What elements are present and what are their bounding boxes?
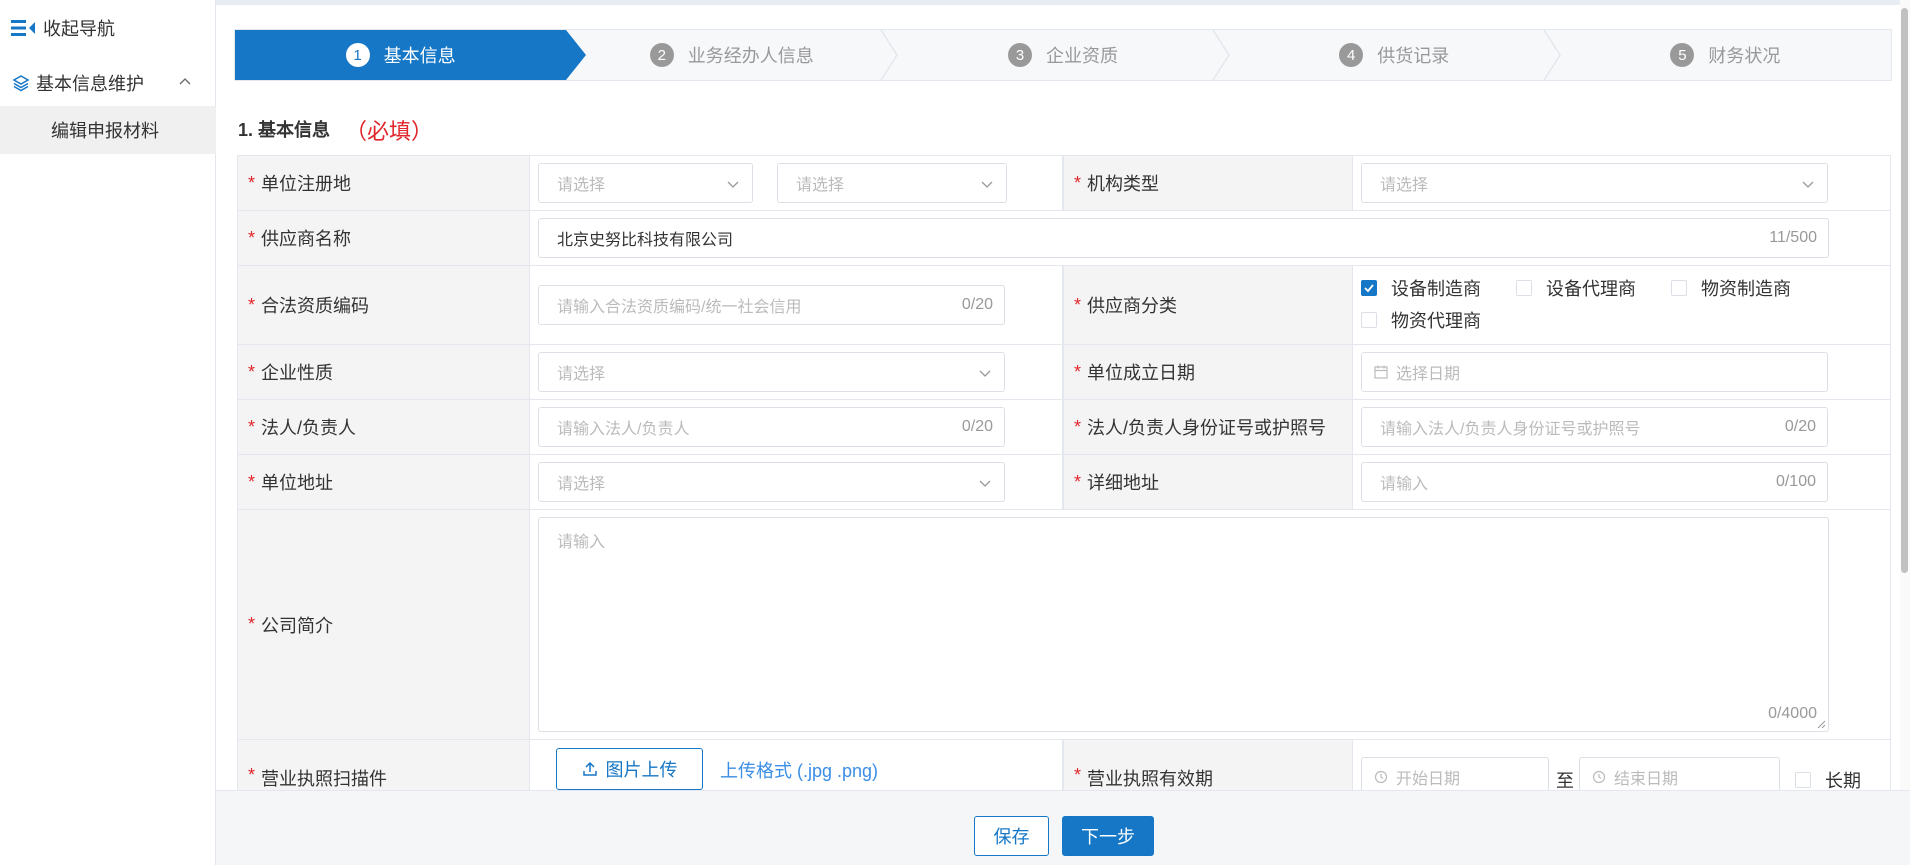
field-cell: 请选择 [530, 345, 1063, 399]
step-number: 3 [1008, 43, 1032, 67]
check-icon [1364, 284, 1374, 293]
step-separator [1211, 30, 1230, 80]
checkbox-equipment-manufacturer[interactable]: 设备制造商 [1361, 275, 1481, 301]
field-cell: 设备制造商 设备代理商 物资制造商 物资代理商 [1353, 266, 1891, 344]
field-label: * 单位成立日期 [1063, 345, 1353, 399]
field-label: * 单位注册地 [237, 156, 530, 210]
field-label: * 法人/负责人身份证号或护照号 [1063, 400, 1353, 454]
section-title: 1. 基本信息 [238, 120, 331, 140]
legal-id-input[interactable]: 请输入法人/负责人身份证号或护照号 0/20 [1361, 407, 1828, 447]
step-label: 基本信息 [383, 46, 456, 66]
field-label: * 详细地址 [1063, 455, 1353, 509]
clock-icon [1592, 770, 1606, 784]
company-intro-textarea[interactable]: 请输入 0/4000 [538, 517, 1829, 732]
step-separator [1543, 30, 1561, 80]
save-button[interactable]: 保存 [974, 816, 1049, 856]
next-step-button[interactable]: 下一步 [1062, 816, 1154, 856]
section-required-note: （必填） [345, 119, 434, 144]
sidebar-item-edit-materials[interactable]: 编辑申报材料 [0, 106, 216, 154]
field-cell: 请输入 0/100 [1353, 455, 1891, 509]
founded-date-picker[interactable]: 选择日期 [1361, 352, 1828, 392]
collapse-menu-icon [11, 20, 35, 36]
layers-icon [12, 75, 30, 92]
field-cell: 请输入法人/负责人 0/20 [530, 400, 1063, 454]
form-row: * 企业性质 请选择 * 单位成立日期 选择日期 [237, 345, 1891, 400]
step-number: 4 [1339, 43, 1364, 67]
scrollbar-thumb[interactable] [1901, 8, 1908, 573]
step-number: 5 [1670, 43, 1695, 67]
form-row: * 合法资质编码 请输入合法资质编码/统一社会信用 0/20 * 供应商分类 设备制… [237, 266, 1891, 345]
step-3[interactable]: 3 企业资质 [897, 30, 1230, 80]
field-cell: 北京史努比科技有限公司 11/500 [530, 211, 1891, 265]
sidebar: 收起导航 基本信息维护 编辑申报材料 [0, 0, 216, 865]
checkbox-material-agent[interactable]: 物资代理商 [1361, 307, 1481, 333]
reg-province-select[interactable]: 请选择 [538, 163, 753, 203]
chevron-down-icon [727, 181, 739, 188]
form-row: * 公司简介 请输入 0/4000 [237, 510, 1891, 740]
field-label: * 机构类型 [1063, 156, 1353, 210]
form-row: * 供应商名称 北京史努比科技有限公司 11/500 [237, 211, 1891, 266]
field-cell: 请输入法人/负责人身份证号或护照号 0/20 [1353, 400, 1891, 454]
basic-info-form: * 单位注册地 请选择 请选择 * 机构类型 请选择 * 供应商名称 北京史努比科技有… [237, 155, 1891, 800]
step-2[interactable]: 2 业务经办人信息 [566, 30, 899, 80]
step-label: 财务状况 [1708, 46, 1781, 66]
field-label: * 供应商分类 [1063, 266, 1353, 344]
step-label: 企业资质 [1046, 46, 1118, 66]
footer-bar: 保存 下一步 [216, 790, 1910, 865]
chevron-up-icon [179, 78, 191, 85]
menu-group-label: 基本信息维护 [36, 74, 144, 94]
menu-group-basic-info[interactable]: 基本信息维护 [0, 66, 216, 100]
chevron-down-icon [1802, 181, 1814, 188]
step-4[interactable]: 4 供货记录 [1229, 30, 1561, 80]
org-type-select[interactable]: 请选择 [1361, 163, 1828, 203]
collapse-nav-button[interactable]: 收起导航 [11, 14, 115, 42]
field-cell: 请选择 [530, 455, 1063, 509]
reg-city-select[interactable]: 请选择 [777, 163, 1007, 203]
chevron-down-icon [979, 370, 991, 377]
field-label: * 供应商名称 [237, 211, 530, 265]
checkbox-equipment-agent[interactable]: 设备代理商 [1516, 275, 1636, 301]
enterprise-nature-select[interactable]: 请选择 [538, 352, 1005, 392]
step-label: 供货记录 [1377, 46, 1450, 66]
field-label: * 单位地址 [237, 455, 530, 509]
upload-format-hint: 上传格式 (.jpg .png) [720, 761, 879, 781]
field-cell: 请选择 [1353, 156, 1891, 210]
legal-person-input[interactable]: 请输入法人/负责人 0/20 [538, 407, 1005, 447]
upload-icon [582, 761, 597, 776]
top-divider [216, 0, 1910, 5]
resize-handle-icon[interactable] [1816, 719, 1826, 729]
step-label: 业务经办人信息 [687, 46, 814, 66]
field-cell: 选择日期 [1353, 345, 1891, 399]
detail-address-input[interactable]: 请输入 0/100 [1361, 462, 1828, 502]
image-upload-button[interactable]: 图片上传 [556, 748, 703, 790]
field-cell: 请输入合法资质编码/统一社会信用 0/20 [530, 266, 1063, 344]
sidebar-item-label: 编辑申报材料 [51, 121, 159, 141]
step-arrow [566, 30, 587, 80]
form-row: * 单位地址 请选择 * 详细地址 请输入 0/100 [237, 455, 1891, 510]
collapse-nav-label: 收起导航 [43, 19, 115, 39]
step-1[interactable]: 1 基本信息 [235, 30, 587, 80]
calendar-icon [1374, 365, 1388, 379]
step-number: 2 [649, 43, 674, 67]
field-label: * 合法资质编码 [237, 266, 530, 344]
field-label: * 公司简介 [237, 510, 530, 739]
step-progress: 1 基本信息 2 业务经办人信息 3 企业资质 4 供货记录 5 财务状况 [234, 29, 1892, 81]
legal-code-input[interactable]: 请输入合法资质编码/统一社会信用 0/20 [538, 285, 1005, 325]
clock-icon [1374, 770, 1388, 784]
form-row: * 单位注册地 请选择 请选择 * 机构类型 请选择 [237, 156, 1891, 211]
chevron-down-icon [981, 181, 993, 188]
step-number: 1 [345, 43, 370, 67]
field-label: * 企业性质 [237, 345, 530, 399]
checkbox-material-manufacturer[interactable]: 物资制造商 [1671, 275, 1791, 301]
address-select[interactable]: 请选择 [538, 462, 1005, 502]
field-cell: 请输入 0/4000 [530, 510, 1891, 739]
step-separator [880, 30, 899, 80]
supplier-name-input[interactable]: 北京史努比科技有限公司 11/500 [538, 218, 1829, 258]
field-label: * 法人/负责人 [237, 400, 530, 454]
field-cell: 请选择 请选择 [530, 156, 1063, 210]
step-5[interactable]: 5 财务状况 [1560, 30, 1891, 80]
chevron-down-icon [979, 480, 991, 487]
form-row: * 法人/负责人 请输入法人/负责人 0/20 * 法人/负责人身份证号或护照号 请… [237, 400, 1891, 455]
